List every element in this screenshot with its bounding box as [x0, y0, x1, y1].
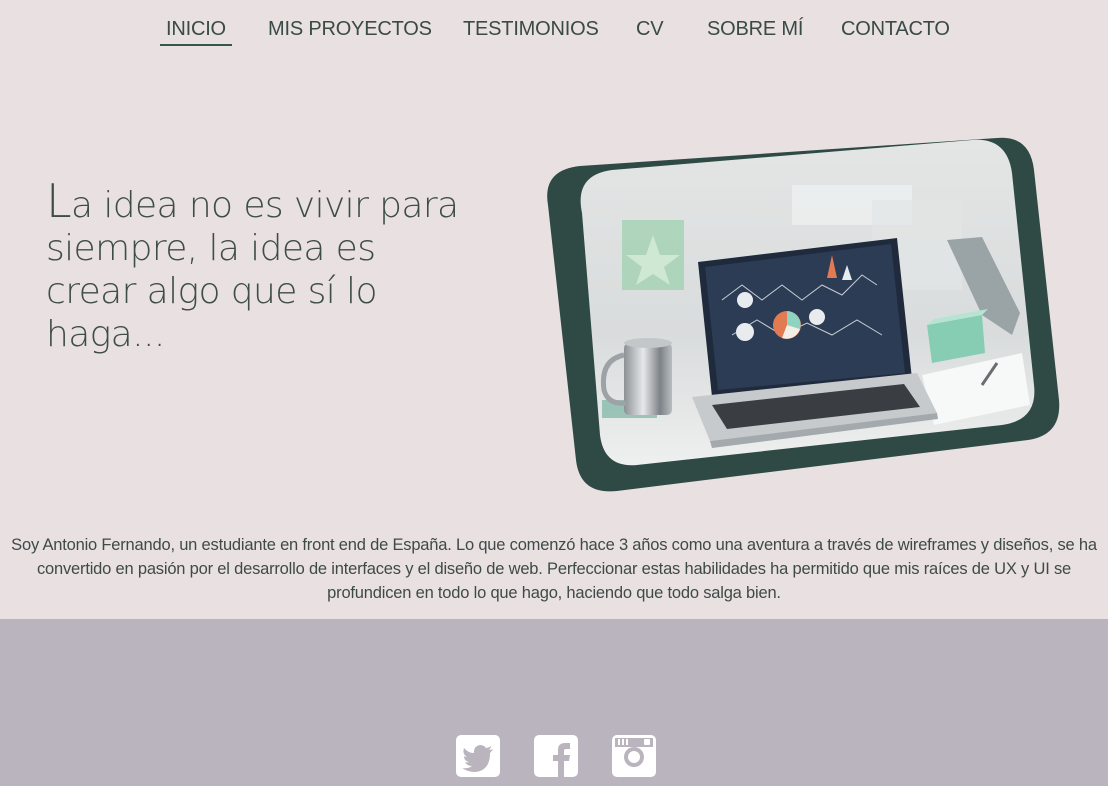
- nav-item-cv[interactable]: CV: [636, 18, 664, 41]
- main-nav: INICIO MIS PROYECTOS TESTIMONIOS CV SOBR…: [0, 18, 1108, 48]
- nav-item-sobre-mi[interactable]: SOBRE MÍ: [707, 18, 803, 41]
- laptop-photo: [547, 137, 1060, 492]
- quote-text: a idea no es vivir para siempre, la idea…: [46, 185, 459, 355]
- nav-item-inicio[interactable]: INICIO: [160, 18, 232, 46]
- facebook-icon[interactable]: [534, 735, 578, 777]
- nav-item-contacto[interactable]: CONTACTO: [841, 18, 950, 41]
- nav-item-mis-proyectos[interactable]: MIS PROYECTOS: [268, 18, 432, 41]
- nav-item-testimonios[interactable]: TESTIMONIOS: [463, 18, 599, 41]
- twitter-icon[interactable]: [456, 735, 500, 777]
- hero-quote: La idea no es vivir para siempre, la ide…: [46, 178, 476, 356]
- quote-initial: L: [46, 174, 72, 228]
- bio-text: Soy Antonio Fernando, un estudiante en f…: [11, 535, 1097, 602]
- instagram-icon[interactable]: [612, 735, 656, 777]
- hero-image: [542, 135, 1062, 495]
